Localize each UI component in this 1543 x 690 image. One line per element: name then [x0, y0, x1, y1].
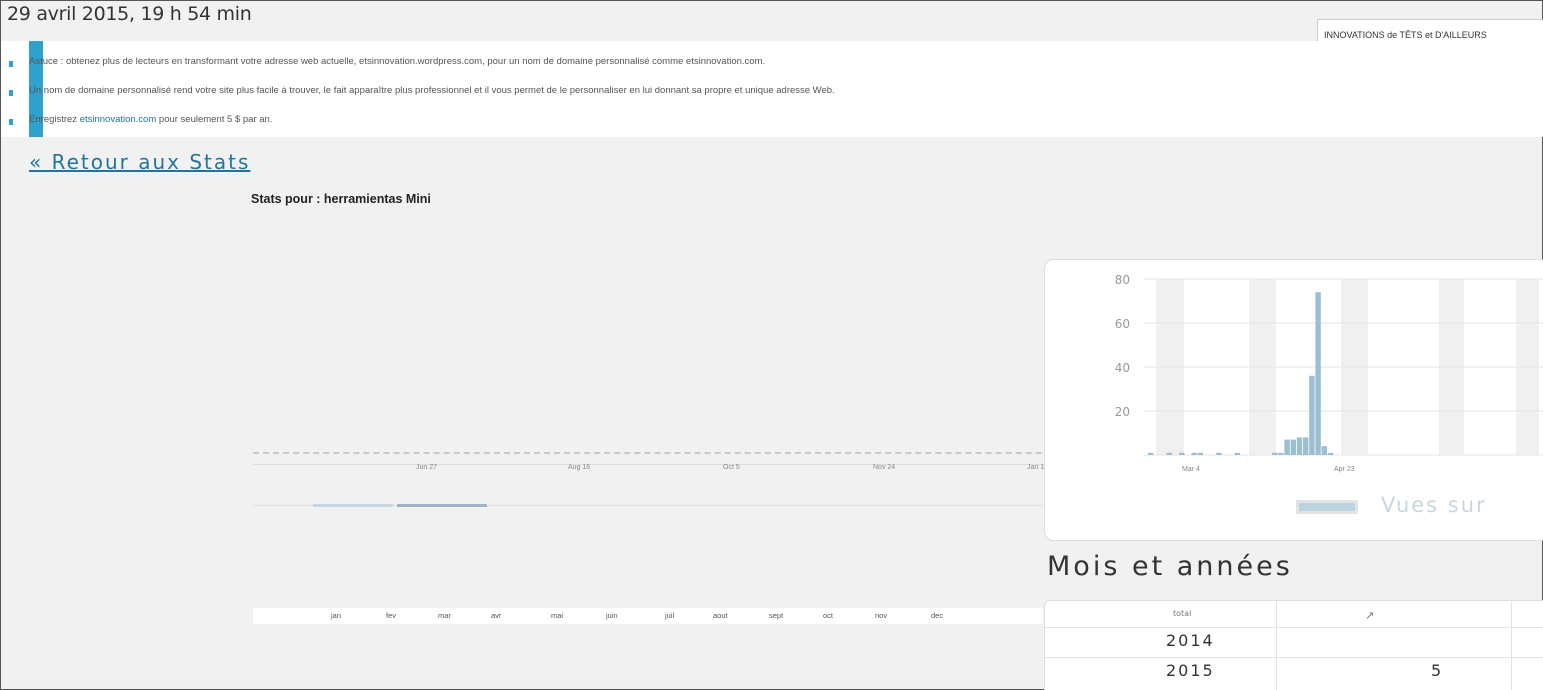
month-label: fev: [386, 611, 397, 620]
stats-title: Stats pour : herramientas Mini: [251, 192, 431, 206]
chart-bar[interactable]: [1303, 437, 1309, 455]
chart-legend-swatch: [1296, 500, 1358, 514]
y-tick-label: 60: [1115, 317, 1130, 331]
chart-bar[interactable]: [1148, 452, 1154, 455]
mini-legend-swatch: [313, 504, 393, 507]
chart-bar[interactable]: [1179, 452, 1185, 455]
sort-arrow-icon[interactable]: ↗: [1365, 609, 1374, 622]
timeline-axis: [253, 464, 1153, 465]
notice-line-2: Un nom de domaine personnalisé rend votr…: [29, 85, 835, 96]
chart-bar[interactable]: [1166, 452, 1172, 455]
notice-line-3-prefix: Enregistrez: [29, 114, 80, 125]
month-label: juil: [665, 611, 675, 620]
month-label: nov: [875, 611, 888, 620]
chart-bar[interactable]: [1309, 375, 1315, 455]
chart-bar[interactable]: [1315, 292, 1321, 455]
domain-link[interactable]: etsinnovation.com: [80, 114, 157, 125]
table-divider: [1044, 657, 1543, 658]
x-tick-label: Apr 23: [1334, 466, 1355, 473]
y-tick-label: 20: [1115, 405, 1130, 419]
month-label: aout: [713, 611, 728, 620]
x-tick-label: Mar 4: [1182, 466, 1200, 473]
table-header-total: total: [1173, 609, 1192, 618]
year-2014: 2014: [1166, 631, 1215, 650]
bullet-icon: [9, 90, 13, 96]
chart-bar[interactable]: [1296, 437, 1303, 455]
chart-bar[interactable]: [1290, 439, 1296, 455]
chart-bar[interactable]: [1272, 452, 1278, 455]
chart-bar[interactable]: [1278, 452, 1284, 455]
month-label: dec: [931, 611, 944, 620]
views-chart: 20 40 60 80 Mar 4 Apr 23: [1115, 273, 1543, 473]
month-label: jan: [331, 611, 342, 620]
y-tick-label: 40: [1115, 361, 1130, 375]
y-tick-label: 80: [1115, 273, 1130, 287]
timeline-label: Aug 16: [568, 464, 591, 471]
chart-bar[interactable]: [1284, 439, 1290, 455]
bullet-icon: [9, 61, 13, 67]
year-2015: 2015: [1166, 661, 1215, 680]
month-label: avr: [491, 611, 502, 620]
month-label: mar: [438, 611, 451, 620]
month-label: sept: [769, 611, 784, 620]
month-label: mai: [551, 611, 564, 620]
years-table: [1044, 600, 1543, 690]
page-datetime: 29 avril 2015, 19 h 54 min: [7, 3, 252, 25]
notice-line-3-suffix: pour seulement 5 $ par an.: [156, 114, 273, 125]
chart-bar[interactable]: [1191, 452, 1197, 455]
chart-bar[interactable]: [1216, 452, 1222, 455]
table-divider: [1044, 627, 1543, 628]
year-2015-total: 5: [1431, 661, 1442, 680]
timeline-label: Jun 27: [416, 464, 438, 471]
notice-line-3: Enregistrez etsinnovation.com pour seule…: [29, 114, 272, 125]
table-divider: [1511, 600, 1512, 690]
chart-bar[interactable]: [1234, 452, 1241, 455]
chart-bar[interactable]: [1321, 446, 1327, 455]
notice-line-1: Astuce : obtenez plus de lecteurs en tra…: [29, 56, 766, 67]
months-row: [253, 608, 1043, 624]
mini-legend-swatch: [397, 504, 487, 507]
table-divider: [1276, 600, 1277, 690]
month-label: oct: [823, 611, 834, 620]
back-to-stats-link[interactable]: « Retour aux Stats: [29, 150, 250, 174]
chart-legend-label: Vues sur: [1381, 493, 1487, 517]
timeline-label: Oct 5: [723, 464, 740, 471]
timeline-label: Nov 24: [873, 464, 896, 471]
month-label: juin: [606, 611, 618, 620]
bullet-icon: [9, 119, 13, 125]
chart-bar[interactable]: [1197, 452, 1203, 455]
chart-bar[interactable]: [1327, 452, 1334, 455]
months-years-title: Mois et années: [1047, 551, 1293, 582]
